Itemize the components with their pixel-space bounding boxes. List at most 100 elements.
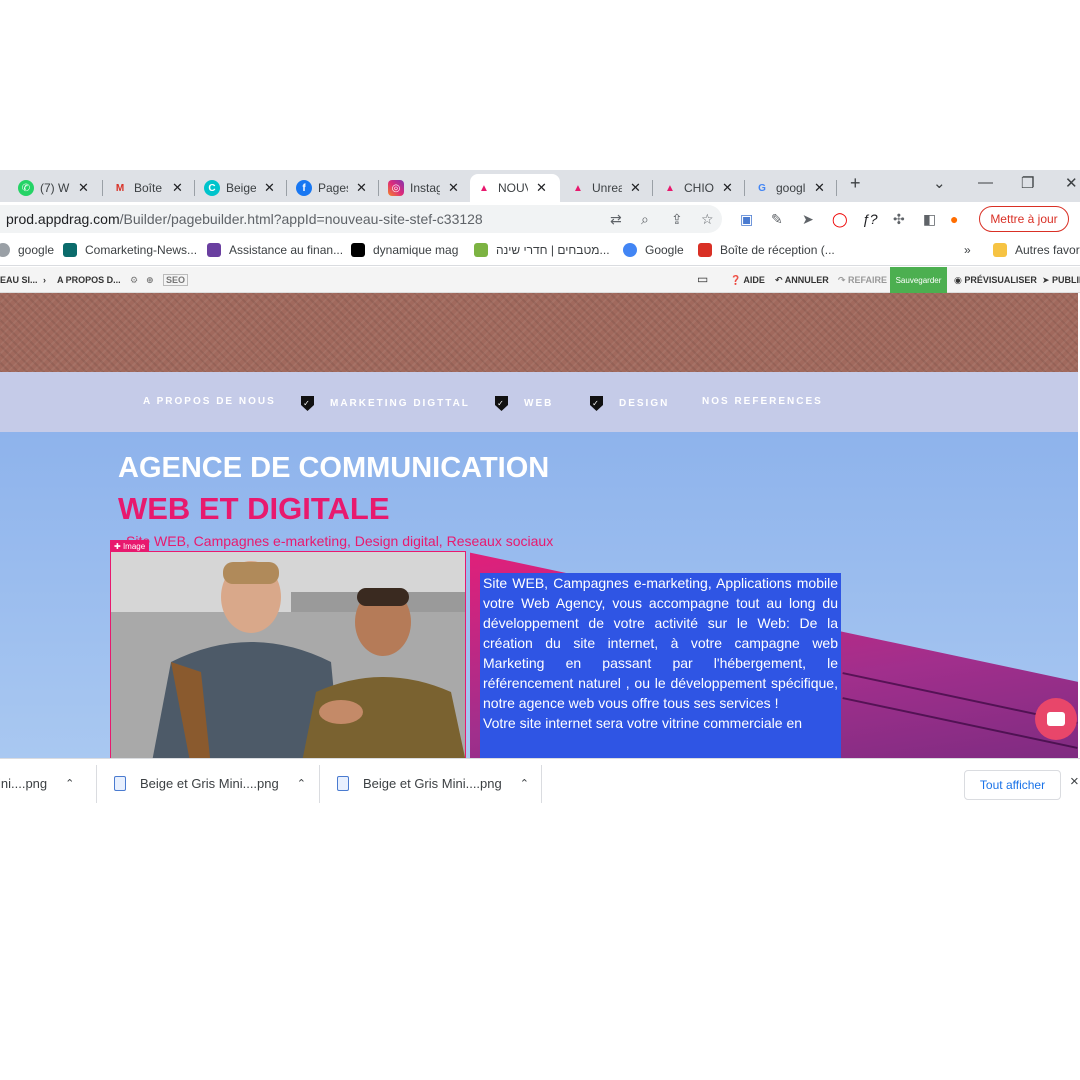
nav-item-design[interactable]: ✓ DESIGN: [590, 396, 669, 411]
tab-appdrag-active[interactable]: ▲ NOUV ✕: [470, 174, 560, 202]
google-icon: G: [758, 182, 766, 194]
bookmark-assistance[interactable]: Assistance au finan...: [207, 243, 343, 257]
nav-item-web[interactable]: ✓ WEB: [495, 396, 553, 411]
tab-separator: [652, 180, 653, 196]
eye-icon: ◉: [954, 275, 965, 285]
bookmark-comarketing[interactable]: Comarketing-News...: [63, 243, 197, 257]
tab-google[interactable]: G googl ✕: [748, 174, 834, 202]
extension-pen-icon[interactable]: ✎: [771, 211, 783, 228]
send-icon: ➤: [1042, 275, 1053, 285]
opera-icon[interactable]: ◯: [832, 211, 848, 228]
tab-search-icon[interactable]: ⌄: [933, 174, 946, 192]
publish-button[interactable]: ➤ PUBLIE: [1042, 275, 1080, 286]
minimize-icon[interactable]: —: [978, 174, 993, 191]
extension-bird-icon[interactable]: ➤: [802, 211, 814, 228]
tab-gmail[interactable]: M Boîte ✕: [106, 174, 192, 202]
file-icon: [337, 775, 349, 791]
tab-appdrag-3[interactable]: ▲ CHIO ✕: [656, 174, 742, 202]
device-desktop-icon[interactable]: ▭: [697, 272, 708, 286]
page-settings-icon[interactable]: ⚙: [130, 275, 138, 286]
help-button[interactable]: ❓ AIDE: [730, 275, 765, 286]
close-tab-icon[interactable]: ✕: [630, 180, 641, 196]
close-tab-icon[interactable]: ✕: [172, 180, 183, 196]
profile-avatar-icon[interactable]: ●: [950, 211, 958, 227]
nav-item-references[interactable]: NOS REFERENCES: [702, 396, 823, 407]
help-icon: ❓: [730, 275, 744, 285]
redo-button[interactable]: ↷ REFAIRE: [838, 275, 887, 286]
facebook-icon: f: [296, 180, 312, 196]
undo-button[interactable]: ↶ ANNULER: [775, 275, 829, 286]
bookmark-google-2[interactable]: Google: [623, 243, 684, 257]
tab-separator: [194, 180, 195, 196]
hero-tagline[interactable]: Site WEB, Campagnes e-marketing, Design …: [126, 533, 553, 549]
download-separator: [541, 765, 542, 803]
function-icon[interactable]: ƒ?: [862, 211, 878, 227]
save-button[interactable]: Sauvegarder: [890, 267, 947, 293]
tab-instagram[interactable]: ◎ Instag ✕: [382, 174, 468, 202]
tab-whatsapp[interactable]: ✆ (7) Wh ✕: [12, 174, 100, 202]
close-tab-icon[interactable]: ✕: [78, 180, 89, 196]
assistance-icon: [207, 243, 221, 257]
bookmarks-overflow-button[interactable]: »: [964, 243, 971, 257]
download-item[interactable]: Beige et Gris Mini....png ⌃: [337, 759, 529, 807]
nav-item-marketing[interactable]: ✓ MARKETING DIGTTAL: [301, 396, 470, 411]
bookmark-google[interactable]: google: [0, 243, 54, 257]
close-tab-icon[interactable]: ✕: [536, 180, 547, 196]
breadcrumb-site[interactable]: EAU SI...: [0, 275, 38, 285]
gmail-icon: M: [115, 182, 125, 194]
tab-separator: [836, 180, 837, 196]
close-tab-icon[interactable]: ✕: [356, 180, 367, 196]
translate-icon[interactable]: ⇄: [610, 211, 622, 228]
hero-heading[interactable]: AGENCE DE COMMUNICATION: [118, 452, 549, 485]
close-window-icon[interactable]: ✕: [1065, 174, 1078, 192]
close-tab-icon[interactable]: ✕: [264, 180, 275, 196]
side-panel-icon[interactable]: ◧: [923, 211, 936, 228]
close-downloads-icon[interactable]: ×: [1070, 773, 1079, 790]
download-item[interactable]: Beige et Gris Mini....png ⌃: [114, 759, 306, 807]
seo-button[interactable]: SEO: [163, 274, 189, 286]
close-tab-icon[interactable]: ✕: [814, 180, 825, 196]
tab-appdrag-2[interactable]: ▲ Unrea ✕: [564, 174, 650, 202]
extensions-puzzle-icon[interactable]: ✣: [893, 211, 905, 228]
dynamique-icon: [351, 243, 365, 257]
other-bookmarks[interactable]: Autres favori: [993, 243, 1080, 257]
chevron-up-icon[interactable]: ⌃: [297, 777, 306, 790]
show-all-downloads-button[interactable]: Tout afficher: [964, 770, 1061, 800]
bookmark-hebrew[interactable]: מטבחים | חדרי שינה...: [474, 243, 610, 257]
breadcrumb-page[interactable]: A PROPOS D...: [57, 275, 121, 285]
update-button[interactable]: Mettre à jour: [979, 206, 1069, 232]
canva-icon: C: [204, 180, 220, 196]
site-navigation: A PROPOS DE NOUS ✓ MARKETING DIGTTAL ✓ W…: [0, 372, 1078, 432]
globe-icon[interactable]: ⊕: [146, 275, 154, 286]
file-icon: [114, 775, 126, 791]
team-photo[interactable]: [110, 551, 466, 758]
zoom-icon[interactable]: ⌕: [641, 211, 649, 228]
chat-icon: [1047, 712, 1065, 726]
redo-icon: ↷: [838, 275, 849, 285]
new-tab-button[interactable]: +: [850, 173, 861, 194]
gmail-icon: [698, 243, 712, 257]
preview-button[interactable]: ◉ PRÉVISUALISER: [954, 275, 1037, 286]
intro-text-block[interactable]: Site WEB, Campagnes e-marketing, Applica…: [480, 573, 841, 758]
bookmark-star-icon[interactable]: ☆: [701, 211, 714, 228]
comarketing-icon: [63, 243, 77, 257]
bookmark-dynamique[interactable]: dynamique mag: [351, 243, 458, 257]
hero-subheading[interactable]: WEB ET DIGITALE: [118, 491, 390, 527]
close-tab-icon[interactable]: ✕: [722, 180, 733, 196]
download-separator: [96, 765, 97, 803]
restore-icon[interactable]: ❐: [1021, 174, 1034, 192]
image-block-tag[interactable]: ✚ Image: [110, 540, 150, 552]
browser-window: ✆ (7) Wh ✕ M Boîte ✕ C Beige ✕ f Pages ✕…: [0, 170, 1080, 808]
extension-code-icon[interactable]: ▣: [740, 211, 753, 228]
close-tab-icon[interactable]: ✕: [448, 180, 459, 196]
chat-widget-button[interactable]: [1035, 698, 1077, 740]
tab-facebook[interactable]: f Pages ✕: [290, 174, 376, 202]
share-icon[interactable]: ⇪: [671, 211, 683, 228]
team-photo-illustration: [111, 552, 465, 758]
bookmark-gmail[interactable]: Boîte de réception (...: [698, 243, 835, 257]
tab-canva[interactable]: C Beige ✕: [198, 174, 284, 202]
chevron-up-icon[interactable]: ⌃: [65, 777, 74, 790]
chevron-up-icon[interactable]: ⌃: [520, 777, 529, 790]
download-item[interactable]: ini....png ⌃: [0, 759, 74, 807]
nav-item-about[interactable]: A PROPOS DE NOUS: [143, 396, 276, 407]
